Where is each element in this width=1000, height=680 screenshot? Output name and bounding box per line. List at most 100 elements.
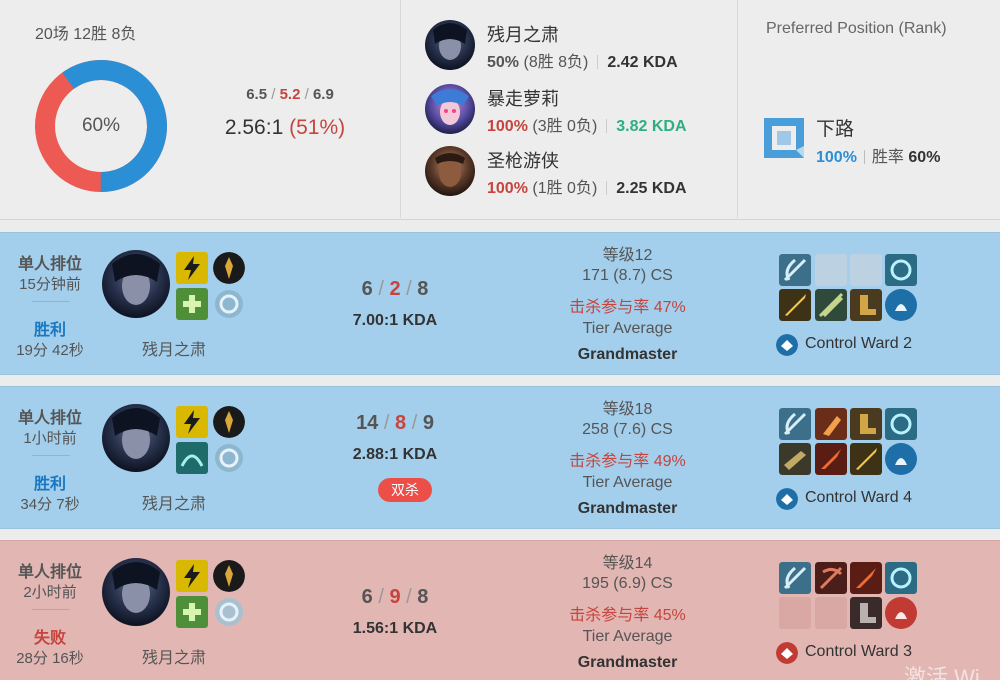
match-duration: 34分 7秒 [20,496,80,513]
secondary-rune-icon[interactable] [213,288,245,320]
match-kda: 14 / 8 / 9 [340,412,450,435]
match-info: 单人排位 2小时前 失败 28分 16秒 [0,541,100,680]
sword-item-icon[interactable] [850,443,882,475]
bow-item-icon[interactable] [779,408,811,440]
control-ward: Control Ward 4 [776,486,996,510]
trinket-item-icon[interactable] [885,254,917,286]
secondary-rune-icon[interactable] [213,442,245,474]
axe-item-icon[interactable] [815,408,847,440]
champion-stats: 100% (1胜 0负) 2.25 KDA [487,174,687,198]
champion-record: (3胜 0负) [532,118,598,135]
position-title: Preferred Position (Rank) [766,20,947,37]
multikill-badge: 双杀 [378,478,432,502]
match-row[interactable]: 单人排位 1小时前 胜利 34分 7秒 残月之肃 14 / 8 / 9 2.88… [0,386,1000,529]
champion-portrait-icon[interactable] [102,404,170,472]
match-row[interactable]: 单人排位 15分钟前 胜利 19分 42秒 残月之肃 6 / 2 / 8 7.0… [0,232,1000,375]
control-ward-count: Control Ward 2 [805,335,912,352]
boots-item-icon[interactable] [850,597,882,629]
slash: / [406,278,412,300]
champion-row[interactable]: 残月之肃 50% (8胜 8负) 2.42 KDA [425,20,725,72]
trinket-item-icon[interactable] [885,562,917,594]
flash-spell-icon[interactable] [176,560,208,592]
tier-label: Tier Average [582,628,673,645]
match-duration: 28分 16秒 [16,650,84,667]
empty-item-slot [815,254,847,286]
champion-level: 等级14 [602,555,653,572]
champion-level: 等级18 [602,401,653,418]
cleanse-spell-icon[interactable] [176,442,208,474]
dagger-item-icon[interactable] [815,289,847,321]
position-stats: 100% 胜率 60% [816,143,940,167]
average-kda: 6.5 / 5.2 / 6.9 [215,86,365,103]
bow-item-icon[interactable] [779,562,811,594]
champion-name: 残月之肃 [141,650,206,667]
kills: 14 [356,412,379,434]
time-ago: 15分钟前 [19,276,81,293]
precision-rune-icon[interactable] [213,406,245,438]
champion-row[interactable]: 圣枪游侠 100% (1胜 0负) 2.25 KDA [425,146,725,198]
summary-stats: 20场 12胜 8负 60% 6.5 / 5.2 / 6.9 2.56:1 (5… [0,0,400,218]
slash: / [271,86,276,103]
champion-kda: 2.42 KDA [607,54,678,71]
slash: / [383,412,390,434]
kill-participation: (51%) [289,116,346,139]
avg-deaths: 5.2 [279,86,301,103]
match-row[interactable]: 单人排位 2小时前 失败 28分 16秒 残月之肃 6 / 9 / 8 1.56… [0,540,1000,680]
assists: 8 [417,278,429,300]
champion-name: 暴走萝莉 [487,89,559,109]
champion-name: 残月之肃 [141,342,206,359]
champion-kda: 2.25 KDA [616,180,687,197]
champion-winrate: 100% [487,118,528,135]
champion-name: 残月之肃 [487,25,559,45]
ward-item-icon[interactable] [885,597,917,629]
avg-kills: 6.5 [246,86,268,103]
slash: / [378,586,384,608]
blade-item-icon[interactable] [850,562,882,594]
champion-avatar-icon [425,20,475,70]
separator [597,55,599,69]
scythe-item-icon[interactable] [815,562,847,594]
queue-type: 单人排位 [17,256,82,273]
champion-name: 残月之肃 [141,496,206,513]
slash: / [411,412,418,434]
champion-portrait-icon[interactable] [102,558,170,626]
flash-spell-icon[interactable] [176,252,208,284]
precision-rune-icon[interactable] [213,560,245,592]
champion-portrait-icon[interactable] [102,250,170,318]
summary-panel: 20场 12胜 8负 60% 6.5 / 5.2 / 6.9 2.56:1 (5… [0,0,1000,220]
boots-item-icon[interactable] [850,289,882,321]
secondary-rune-icon[interactable] [213,596,245,628]
position-winrate-label: 胜率 [871,149,904,166]
kda-ratio: 2.56:1 (51%) [205,116,365,140]
deaths: 9 [389,586,401,608]
control-ward-icon [776,488,798,510]
divider [32,455,70,456]
slash: / [304,86,309,103]
heal-spell-icon[interactable] [176,288,208,320]
control-ward-count: Control Ward 3 [805,643,912,660]
blade-item-icon[interactable] [815,443,847,475]
match-result: 胜利 [33,476,66,493]
ward-item-icon[interactable] [885,443,917,475]
avg-assists: 6.9 [312,86,334,103]
ward-item-icon[interactable] [885,289,917,321]
champion-name: 圣枪游侠 [487,151,559,171]
sword-item-icon[interactable] [779,289,811,321]
flash-spell-icon[interactable] [176,406,208,438]
champion-row[interactable]: 暴走萝莉 100% (3胜 0负) 3.82 KDA [425,84,725,136]
precision-rune-icon[interactable] [213,252,245,284]
heal-spell-icon[interactable] [176,596,208,628]
match-kda: 6 / 9 / 8 [340,586,450,609]
record-text: 20场 12胜 8负 [35,26,137,43]
bow-item-icon[interactable] [779,254,811,286]
trinket-item-icon[interactable] [885,408,917,440]
boots-item-icon[interactable] [850,408,882,440]
match-stats: 等级14 195 (6.9) CS 击杀参与率 45% Tier Average… [545,541,710,680]
cannon-item-icon[interactable] [779,443,811,475]
deaths: 8 [395,412,407,434]
kda-ratio: 2.88:1 KDA [352,446,438,463]
kill-participation: 击杀参与率 45% [569,607,686,624]
creep-score: 195 (6.9) CS [582,575,673,592]
activation-watermark: 激活 Wi [904,665,980,680]
queue-type: 单人排位 [17,564,82,581]
